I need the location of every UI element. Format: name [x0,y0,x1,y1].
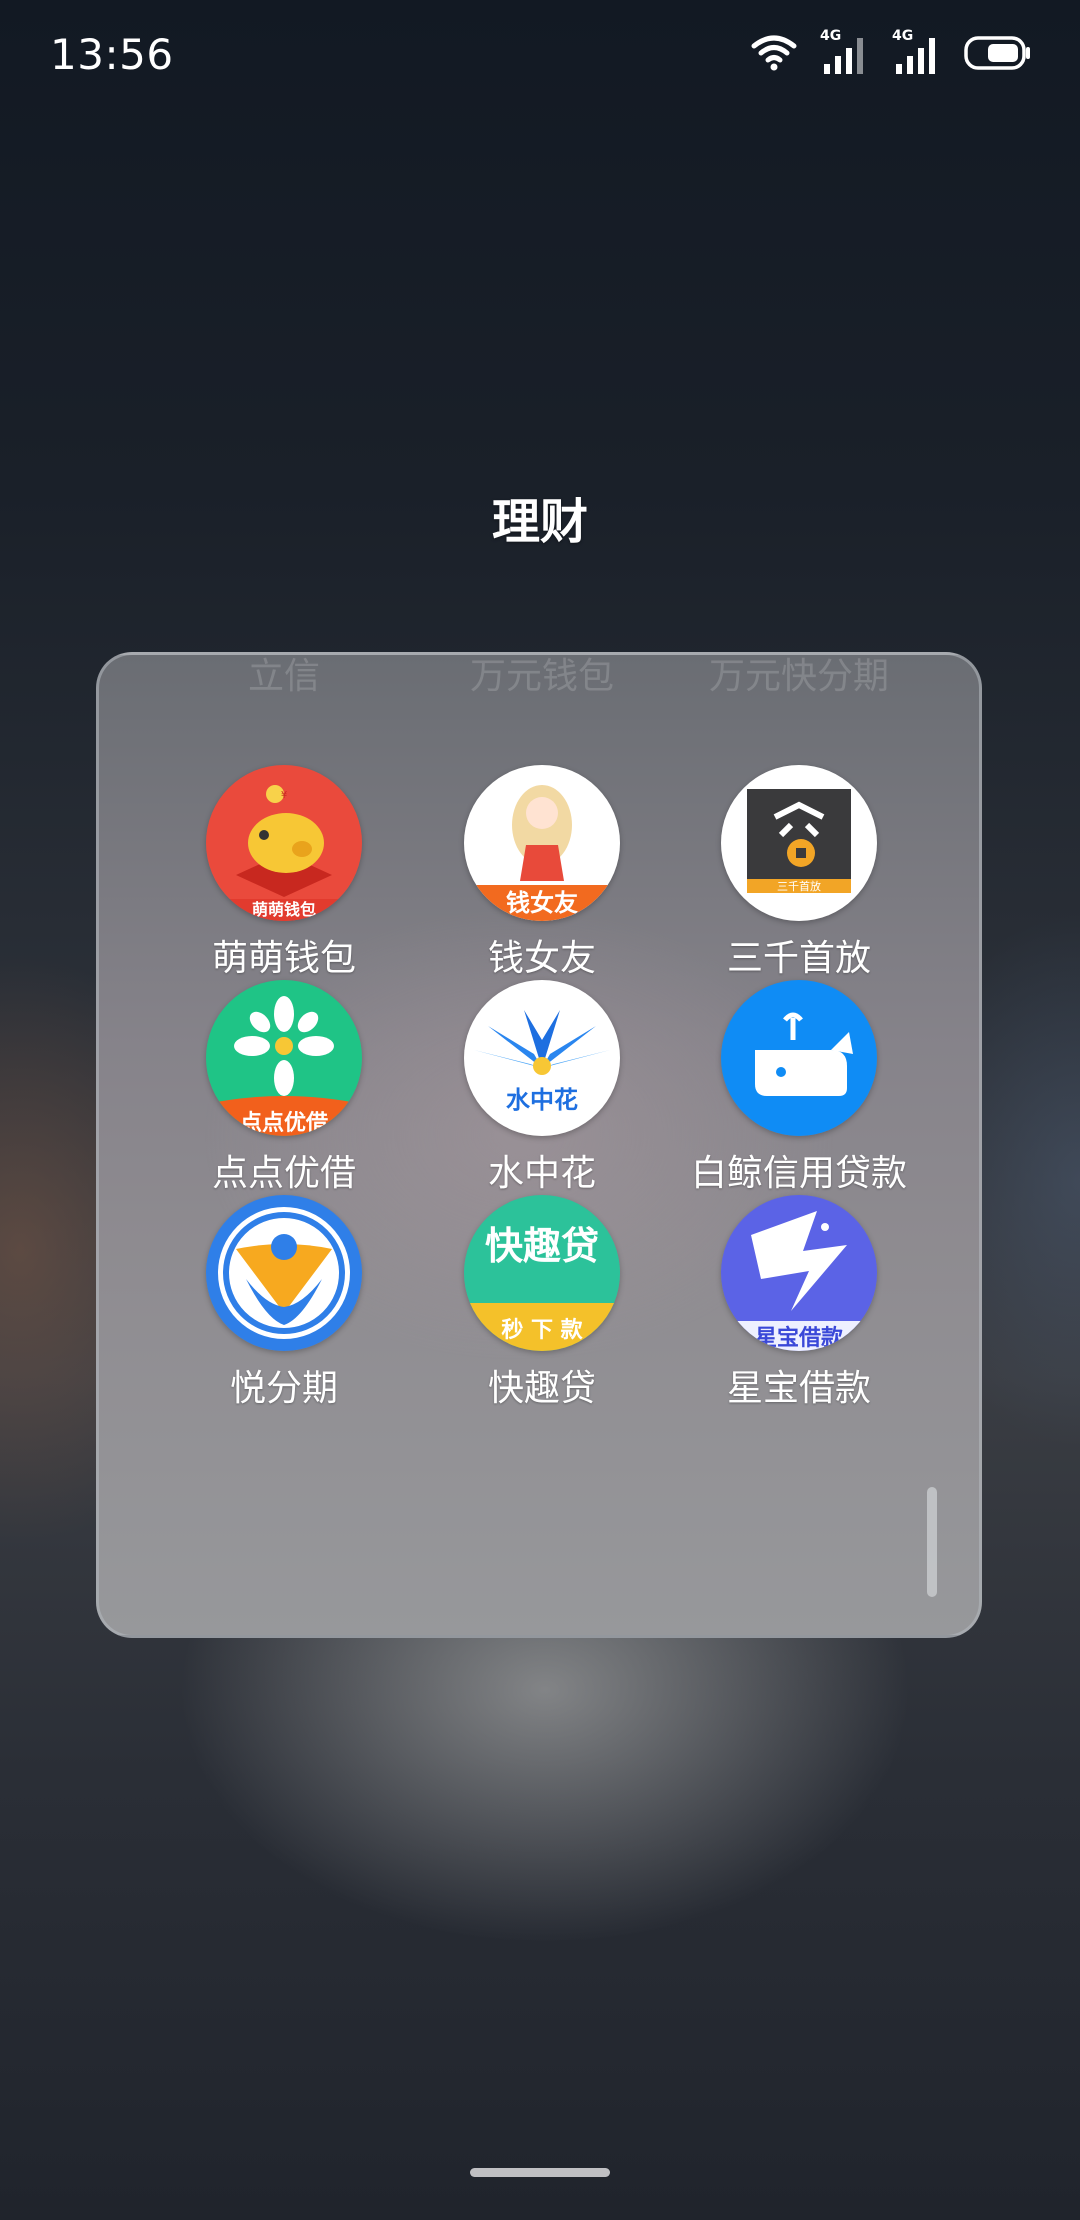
signal-icon: 4G [820,28,870,76]
app-shuizhonghua[interactable]: 水中花 水中花 [413,980,671,1196]
app-mengmeng-wallet[interactable]: ¥ 萌萌钱包 萌萌钱包 [155,765,413,981]
app-kuaiqu-dai[interactable]: 快趣贷 秒 下 款 快趣贷 [413,1195,671,1411]
icon-badge-text: 钱女友 [506,889,578,917]
signal-icon: 4G [892,28,942,76]
svg-text:¥: ¥ [281,790,287,801]
app-label: 萌萌钱包 [211,938,356,979]
icon-badge-text: 三千首放 [777,879,821,893]
text-logo-icon: 快趣贷 秒 下 款 [464,1195,620,1351]
faded-previous-row: 立信 万元钱包 万元快分期 [99,655,979,697]
icon-badge-text: 萌萌钱包 [252,900,316,919]
person-shield-icon [206,1195,362,1351]
app-baijing-xinyong[interactable]: 白鲸信用贷款 [670,980,928,1196]
icon-badge-text-2: 秒 下 款 [501,1317,583,1343]
flower-icon: 点点优借 [206,980,362,1136]
icon-badge-text: 快趣贷 [485,1224,599,1268]
whale-icon [721,980,877,1136]
piggy-bank-icon: ¥ 萌萌钱包 [206,765,362,921]
app-xingbao-jiekuan[interactable]: 星宝借款 星宝借款 [670,1195,928,1411]
app-yue-fenqi[interactable]: 悦分期 [155,1195,413,1411]
icon-badge-text: 星宝借款 [755,1325,844,1351]
app-label: 白鲸信用贷款 [690,1153,907,1194]
coin-stamp-icon: 三千首放 [721,765,877,921]
icon-badge-text: 水中花 [506,1086,578,1114]
app-qian-nvyou[interactable]: 钱女友 钱女友 [413,765,671,981]
faded-app-label: 立信 [247,656,321,697]
faded-app-label: 万元快分期 [708,656,890,697]
folder-panel: 立信 万元钱包 万元快分期 ¥ 萌萌钱包 萌萌钱包 钱女友 钱女友 三千首放 三… [96,652,982,1638]
app-label: 三千首放 [726,938,871,979]
folder-title[interactable]: 理财 [0,482,1080,552]
icon-badge-text: 点点优借 [240,1110,328,1136]
faded-app-label: 万元钱包 [469,656,615,697]
wifi-icon [750,34,798,76]
lotus-icon: 水中花 [464,980,620,1136]
app-label: 点点优借 [211,1153,356,1194]
girl-icon: 钱女友 [464,765,620,921]
app-label: 水中花 [487,1153,596,1194]
status-time: 13:56 [50,30,174,79]
app-sanqian-shoufang[interactable]: 三千首放 三千首放 [670,765,928,981]
app-label: 钱女友 [487,938,596,979]
app-label: 悦分期 [229,1368,338,1409]
battery-icon [964,35,1032,75]
status-icons: 4G 4G [750,28,1032,76]
status-bar: 13:56 4G 4G [0,0,1080,110]
folder-scrollbar[interactable] [927,1487,937,1597]
app-label: 星宝借款 [726,1368,871,1409]
app-diandian-youjie[interactable]: 点点优借 点点优借 [155,980,413,1196]
star-bird-icon: 星宝借款 [721,1195,877,1351]
home-indicator[interactable] [470,2168,610,2177]
app-label: 快趣贷 [487,1368,596,1409]
